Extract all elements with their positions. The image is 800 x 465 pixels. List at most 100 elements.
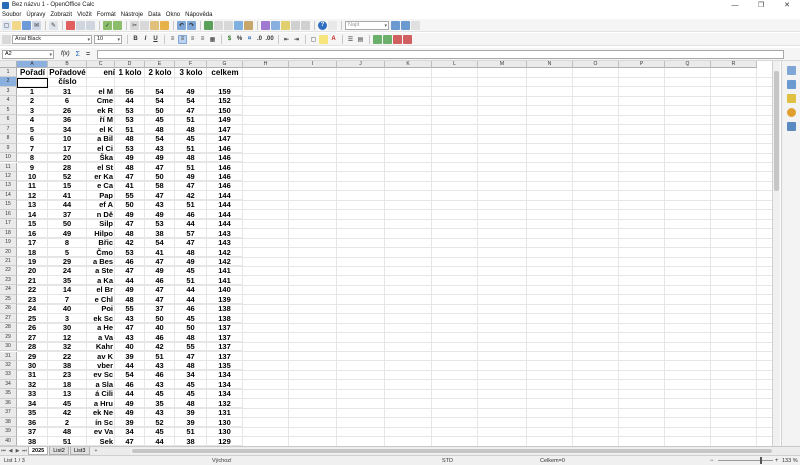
bold-button[interactable]: B bbox=[131, 35, 140, 44]
cell-f34[interactable]: 45 bbox=[175, 379, 207, 390]
cell-g39[interactable]: 130 bbox=[207, 427, 243, 437]
cell-c32[interactable]: vber bbox=[87, 360, 115, 371]
row-header-28[interactable]: 28 bbox=[0, 323, 17, 333]
cell-g21[interactable]: 142 bbox=[207, 257, 243, 267]
cell-f16[interactable]: 46 bbox=[175, 209, 207, 220]
cell-g32[interactable]: 135 bbox=[207, 360, 243, 371]
cell-g3[interactable]: 159 bbox=[207, 86, 243, 97]
row-header-39[interactable]: 39 bbox=[0, 427, 17, 437]
cell-g25[interactable]: 139 bbox=[207, 294, 243, 305]
cell-c40[interactable]: Sek bbox=[87, 436, 115, 446]
cell-a35[interactable]: 33 bbox=[17, 389, 48, 399]
cell-g40[interactable]: 129 bbox=[207, 436, 243, 446]
row-header-16[interactable]: 16 bbox=[0, 209, 17, 220]
header-cell-g[interactable]: celkem bbox=[207, 68, 243, 77]
percent-icon[interactable]: % bbox=[235, 35, 244, 44]
column-header-q[interactable]: Q bbox=[665, 61, 711, 68]
row-header-2[interactable]: 2 bbox=[0, 77, 17, 87]
cell-a20[interactable]: 18 bbox=[17, 247, 48, 257]
zoom-slider[interactable] bbox=[718, 460, 773, 461]
decrease-indent-icon[interactable]: ⇤ bbox=[282, 35, 291, 44]
cell-a40[interactable]: 38 bbox=[17, 436, 48, 446]
save-icon[interactable] bbox=[22, 20, 31, 30]
zoom-in-icon[interactable]: + bbox=[775, 458, 779, 464]
column-header-m[interactable]: M bbox=[478, 61, 527, 68]
cell-g36[interactable]: 132 bbox=[207, 398, 243, 409]
cell-a26[interactable]: 24 bbox=[17, 304, 48, 314]
cell-f29[interactable]: 48 bbox=[175, 332, 207, 343]
row-header-17[interactable]: 17 bbox=[0, 219, 17, 229]
cell-c17[interactable]: Silp bbox=[87, 219, 115, 229]
email-icon[interactable]: ✉ bbox=[32, 20, 41, 30]
menu-tools[interactable]: Nástroje bbox=[121, 12, 143, 18]
cell-f8[interactable]: 45 bbox=[175, 134, 207, 144]
justify-icon[interactable]: ≡ bbox=[198, 35, 207, 44]
row-header-23[interactable]: 23 bbox=[0, 275, 17, 286]
cell-d5[interactable]: 53 bbox=[115, 105, 145, 116]
column-header-i[interactable]: I bbox=[289, 61, 337, 68]
add-sheet-icon[interactable]: + bbox=[93, 448, 100, 455]
cell-g10[interactable]: 146 bbox=[207, 153, 243, 163]
cell-e27[interactable]: 50 bbox=[145, 313, 175, 324]
cell-d27[interactable]: 43 bbox=[115, 313, 145, 324]
cell-g6[interactable]: 149 bbox=[207, 115, 243, 125]
row-header-22[interactable]: 22 bbox=[0, 266, 17, 276]
column-header-b[interactable]: B bbox=[48, 61, 87, 68]
find-input[interactable]: Najít ▾ bbox=[345, 20, 389, 30]
cell-f35[interactable]: 45 bbox=[175, 389, 207, 399]
cell-a36[interactable]: 34 bbox=[17, 398, 48, 409]
cell-d21[interactable]: 46 bbox=[115, 257, 145, 267]
cell-e6[interactable]: 45 bbox=[145, 115, 175, 125]
cell-d3[interactable]: 56 bbox=[115, 86, 145, 97]
function-wizard-button[interactable]: f(x) bbox=[61, 51, 70, 57]
menu-help[interactable]: Nápověda bbox=[185, 12, 212, 18]
menu-window[interactable]: Okno bbox=[166, 12, 180, 18]
column-header-f[interactable]: F bbox=[175, 61, 207, 68]
cell-d40[interactable]: 47 bbox=[115, 436, 145, 446]
cell-c33[interactable]: ev Sc bbox=[87, 370, 115, 380]
row-header-14[interactable]: 14 bbox=[0, 190, 17, 201]
functions-icon[interactable] bbox=[786, 122, 796, 131]
cell-e20[interactable]: 41 bbox=[145, 247, 175, 257]
cell-e23[interactable]: 46 bbox=[145, 275, 175, 286]
currency-icon[interactable]: $ bbox=[225, 35, 234, 44]
cell-g29[interactable]: 137 bbox=[207, 332, 243, 343]
spreadsheet-grid[interactable]: A B C D E F G H I J K L M N O P Q R 1 2 3 4 5 6 7 8 9 10 11 12 13 14 15 1… bbox=[0, 61, 772, 446]
add-decimal-icon[interactable]: .0 bbox=[255, 35, 264, 44]
close-button[interactable]: ✕ bbox=[774, 0, 800, 10]
cell-d29[interactable]: 43 bbox=[115, 332, 145, 343]
cell-a12[interactable]: 10 bbox=[17, 171, 48, 182]
cell-a33[interactable]: 31 bbox=[17, 370, 48, 380]
undo-icon[interactable]: ↶ bbox=[177, 20, 186, 30]
cell-e25[interactable]: 47 bbox=[145, 294, 175, 305]
selection-mode[interactable]: STD bbox=[442, 458, 453, 464]
borders-icon[interactable]: ▢ bbox=[309, 35, 318, 44]
cell-a19[interactable]: 17 bbox=[17, 238, 48, 248]
cell-b37[interactable]: 42 bbox=[48, 408, 87, 418]
cell-c35[interactable]: á Cili bbox=[87, 389, 115, 399]
cell-f22[interactable]: 45 bbox=[175, 266, 207, 276]
column-header-l[interactable]: L bbox=[432, 61, 478, 68]
header-cell-e[interactable]: 2 kolo bbox=[145, 68, 175, 77]
cell-g9[interactable]: 146 bbox=[207, 143, 243, 154]
cell-g34[interactable]: 134 bbox=[207, 379, 243, 390]
delete-decimal-icon[interactable]: .00 bbox=[265, 35, 274, 44]
cell-c38[interactable]: ín Sc bbox=[87, 417, 115, 428]
delete-columns-icon[interactable] bbox=[403, 34, 412, 44]
cell-a22[interactable]: 20 bbox=[17, 266, 48, 276]
menu-data[interactable]: Data bbox=[148, 12, 161, 18]
cell-e18[interactable]: 38 bbox=[145, 228, 175, 239]
show-draw-icon[interactable] bbox=[261, 20, 270, 30]
row-header-6[interactable]: 6 bbox=[0, 115, 17, 125]
cell-e34[interactable]: 43 bbox=[145, 379, 175, 390]
row-header-40[interactable]: 40 bbox=[0, 436, 17, 446]
cell-e39[interactable]: 45 bbox=[145, 427, 175, 437]
cell-a4[interactable]: 2 bbox=[17, 96, 48, 106]
print-preview-icon[interactable] bbox=[86, 20, 95, 30]
cell-g5[interactable]: 150 bbox=[207, 105, 243, 116]
cell-a38[interactable]: 36 bbox=[17, 417, 48, 428]
menu-insert[interactable]: Vložit bbox=[77, 12, 92, 18]
cell-c19[interactable]: Břic bbox=[87, 238, 115, 248]
cell-e7[interactable]: 48 bbox=[145, 124, 175, 135]
cell-b9[interactable]: 17 bbox=[48, 143, 87, 154]
